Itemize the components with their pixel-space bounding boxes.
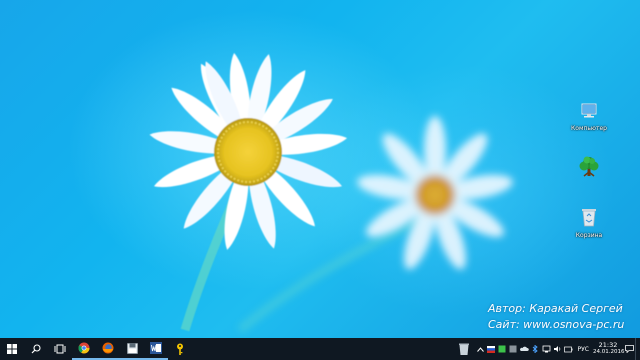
notification-icon [624,345,634,353]
tray-app-gray[interactable] [508,338,519,360]
tray-app-flag[interactable] [486,338,497,360]
chrome-button[interactable] [72,338,96,360]
recycle-bin-desktop-icon[interactable]: Корзина [567,207,611,239]
computer-desktop-icon[interactable]: Компьютер [567,102,611,132]
chevron-up-icon [476,346,484,352]
chrome-icon [78,342,90,354]
tray-app-blue[interactable] [530,338,541,360]
app-button[interactable] [120,338,144,360]
credit-author: Автор: Каракай Сергей [488,302,623,315]
key-app-button[interactable] [168,338,192,360]
firefox-button[interactable] [96,338,120,360]
word-icon [150,342,162,354]
taskbar: РУС 21:32 24.01.2016 [0,338,640,360]
tray-network[interactable] [541,338,552,360]
recycle-tray-icon-wrapper[interactable] [453,338,475,360]
main-daisy [149,52,348,250]
credit-site: Сайт: www.osnova-pc.ru [488,318,625,331]
tray-overflow-button[interactable] [475,338,486,360]
tray-app-green[interactable] [497,338,508,360]
trash-tray-icon [458,343,469,355]
cloud-icon [519,346,529,351]
search-icon [31,344,41,354]
desktop: Компьютер Корзина Автор: Каракай Сергей … [0,0,640,360]
clock-time: 21:32 [598,341,618,349]
network-icon [542,345,550,353]
volume-icon [553,346,560,352]
blurred-daisy [357,116,513,270]
recycle-bin-label: Корзина [575,232,603,239]
clock-date: 24.01.2016 [593,349,625,355]
computer-icon [581,103,597,118]
task-view-icon [54,344,66,354]
tray-volume[interactable] [552,338,563,360]
battery-icon [563,346,573,352]
input-language[interactable]: РУС [574,346,593,353]
green-square-icon [498,345,506,353]
bluetooth-icon [532,345,538,353]
computer-label: Компьютер [571,125,607,132]
task-view-button[interactable] [48,338,72,360]
action-center-button[interactable] [623,338,635,360]
flag-icon [487,345,496,353]
show-desktop-button[interactable] [635,338,640,360]
gray-app-icon [509,345,517,353]
tray-battery[interactable] [563,338,574,360]
clock[interactable]: 21:32 24.01.2016 [593,341,625,356]
tree-desktop-icon[interactable] [567,155,611,183]
key-icon [177,343,183,355]
tree-icon [579,156,599,177]
windows-logo-icon [7,344,17,354]
wallpaper [149,52,513,334]
system-tray: РУС 21:32 24.01.2016 [453,338,640,360]
firefox-icon [102,342,114,354]
word-button[interactable] [144,338,168,360]
search-button[interactable] [24,338,48,360]
recycle-bin-icon [582,209,596,227]
floppy-disk-icon [126,342,138,354]
tray-app-cloud[interactable] [519,338,530,360]
start-button[interactable] [0,338,24,360]
